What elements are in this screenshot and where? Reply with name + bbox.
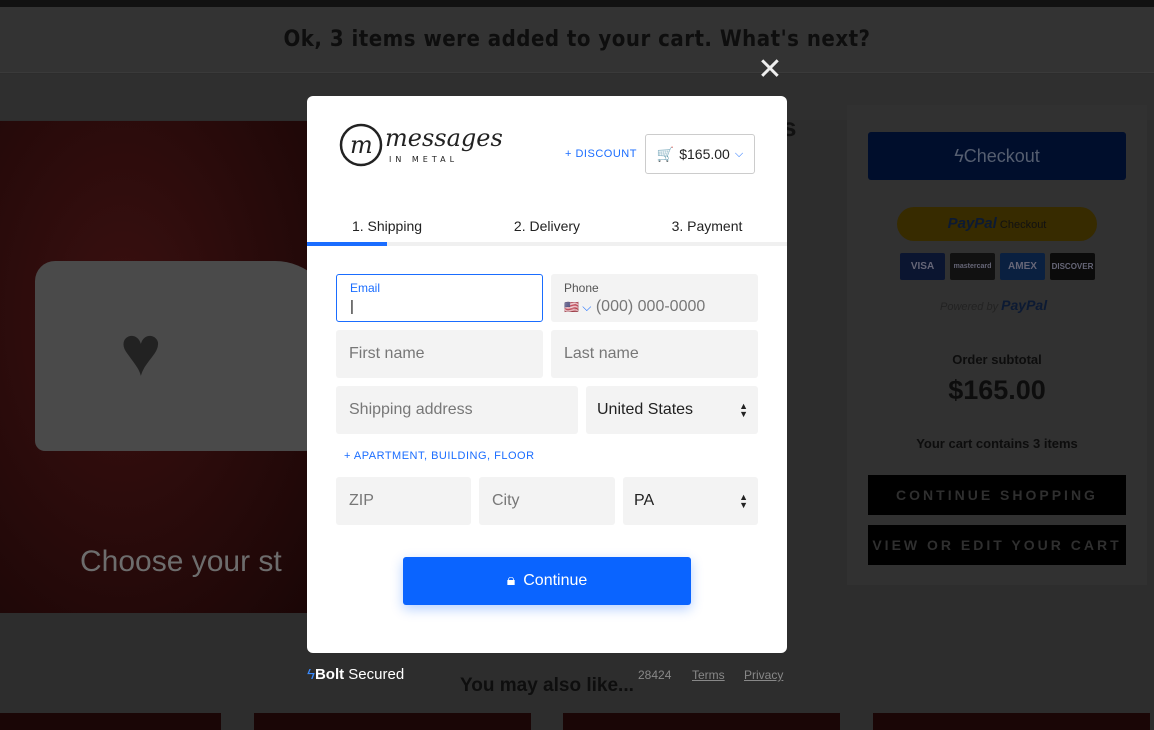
paypal-logo: PayPal xyxy=(947,215,997,232)
phone-placeholder: (000) 000-0000 xyxy=(595,297,706,315)
secured-label: Secured xyxy=(348,666,405,683)
state-select[interactable]: PA ▲ ▼ xyxy=(623,477,758,525)
first-name-input[interactable]: First name xyxy=(336,330,543,378)
paypal-checkout-button[interactable]: PayPal Checkout xyxy=(897,207,1097,241)
select-arrows-icon: ▲ ▼ xyxy=(739,401,748,419)
mastercard-icon: mastercard xyxy=(950,253,995,280)
select-arrows-icon: ▲ ▼ xyxy=(739,492,748,510)
step-progress-fill xyxy=(307,242,387,246)
heart-icon: ♥ xyxy=(120,312,162,390)
step-progress xyxy=(307,242,787,246)
phone-label: Phone xyxy=(564,280,599,295)
tab-delivery[interactable]: 2. Delivery xyxy=(467,218,627,240)
top-bar xyxy=(0,0,1154,7)
paypal-label: Checkout xyxy=(999,219,1047,231)
bolt-secured: ϟBolt Secured xyxy=(307,666,404,683)
tab-payment[interactable]: 3. Payment xyxy=(627,218,787,240)
amex-icon: AMEX xyxy=(1000,253,1045,280)
powered-by-label: Powered by xyxy=(940,301,999,313)
powered-by-paypal: Powered by PayPal xyxy=(940,297,1047,313)
pendant-shape xyxy=(35,261,307,451)
privacy-link[interactable]: Privacy xyxy=(744,668,783,682)
country-value: United States xyxy=(597,401,694,418)
product-image: ♥ xyxy=(0,121,307,613)
svg-text:m: m xyxy=(350,131,373,159)
bolt-icon: ϟ xyxy=(954,146,964,166)
continue-shopping-button[interactable]: CONTINUE SHOPPING xyxy=(868,475,1126,515)
checkout-label: Checkout xyxy=(963,146,1040,166)
city-input[interactable]: City xyxy=(479,477,615,525)
continue-label: Continue xyxy=(523,572,588,589)
us-flag-icon[interactable]: 🇺🇸 ⌵ xyxy=(564,300,591,314)
state-value: PA xyxy=(634,492,655,509)
product-thumb[interactable] xyxy=(563,713,840,730)
hero-text: Choose your st xyxy=(80,545,282,578)
discover-icon: DISCOVER xyxy=(1050,253,1095,280)
checkout-steps: 1. Shipping 2. Delivery 3. Payment xyxy=(307,218,787,240)
discount-link[interactable]: + DISCOUNT xyxy=(565,148,637,160)
visa-icon: VISA xyxy=(900,253,945,280)
subtotal-label: Order subtotal xyxy=(952,352,1042,367)
email-label: Email xyxy=(350,281,381,295)
cart-total-dropdown[interactable]: 🛒 $165.00 ⌵ xyxy=(645,134,755,174)
also-like-heading: You may also like... xyxy=(460,675,634,696)
footer-code: 28424 xyxy=(638,668,672,682)
phone-field[interactable]: Phone 🇺🇸 ⌵ (000) 000-0000 xyxy=(551,274,758,322)
product-thumb[interactable] xyxy=(254,713,531,730)
checkout-modal: m messages IN METAL + DISCOUNT 🛒 $165.00… xyxy=(307,96,787,653)
country-select[interactable]: United States ▲ ▼ xyxy=(586,386,758,434)
chevron-down-icon: ⌵ xyxy=(734,147,744,160)
bolt-label: Bolt xyxy=(314,666,345,683)
product-thumb[interactable] xyxy=(873,713,1150,730)
email-field[interactable]: Email | xyxy=(336,274,543,322)
apartment-link[interactable]: + APARTMENT, BUILDING, FLOOR xyxy=(344,450,535,462)
lock-icon: 🔒︎ xyxy=(506,572,516,589)
messages-in-metal-logo: m messages IN METAL xyxy=(339,123,503,167)
cart-total: $165.00 xyxy=(679,146,730,162)
text-cursor: | xyxy=(350,298,354,315)
zip-input[interactable]: ZIP xyxy=(336,477,471,525)
paypal-brand: PayPal xyxy=(1001,297,1048,313)
terms-link[interactable]: Terms xyxy=(692,668,725,682)
checkout-button[interactable]: ϟCheckout xyxy=(868,132,1126,180)
cart-count: Your cart contains 3 items xyxy=(916,436,1078,451)
view-cart-button[interactable]: VIEW OR EDIT YOUR CART xyxy=(868,525,1126,565)
product-thumb[interactable] xyxy=(0,713,221,730)
tab-shipping[interactable]: 1. Shipping xyxy=(307,218,467,240)
cart-notice: Ok, 3 items were added to your cart. Wha… xyxy=(0,7,1154,73)
bolt-icon: ϟ xyxy=(307,666,315,683)
subtotal-value: $165.00 xyxy=(948,375,1046,405)
cart-icon: 🛒 xyxy=(656,145,675,162)
continue-button[interactable]: 🔒︎ Continue xyxy=(403,557,691,605)
svg-text:messages: messages xyxy=(385,124,503,152)
shipping-address-input[interactable]: Shipping address xyxy=(336,386,578,434)
close-icon[interactable]: ✕ xyxy=(757,55,783,85)
card-logos: VISA mastercard AMEX DISCOVER xyxy=(900,253,1095,280)
last-name-input[interactable]: Last name xyxy=(551,330,758,378)
svg-text:IN METAL: IN METAL xyxy=(389,155,458,164)
